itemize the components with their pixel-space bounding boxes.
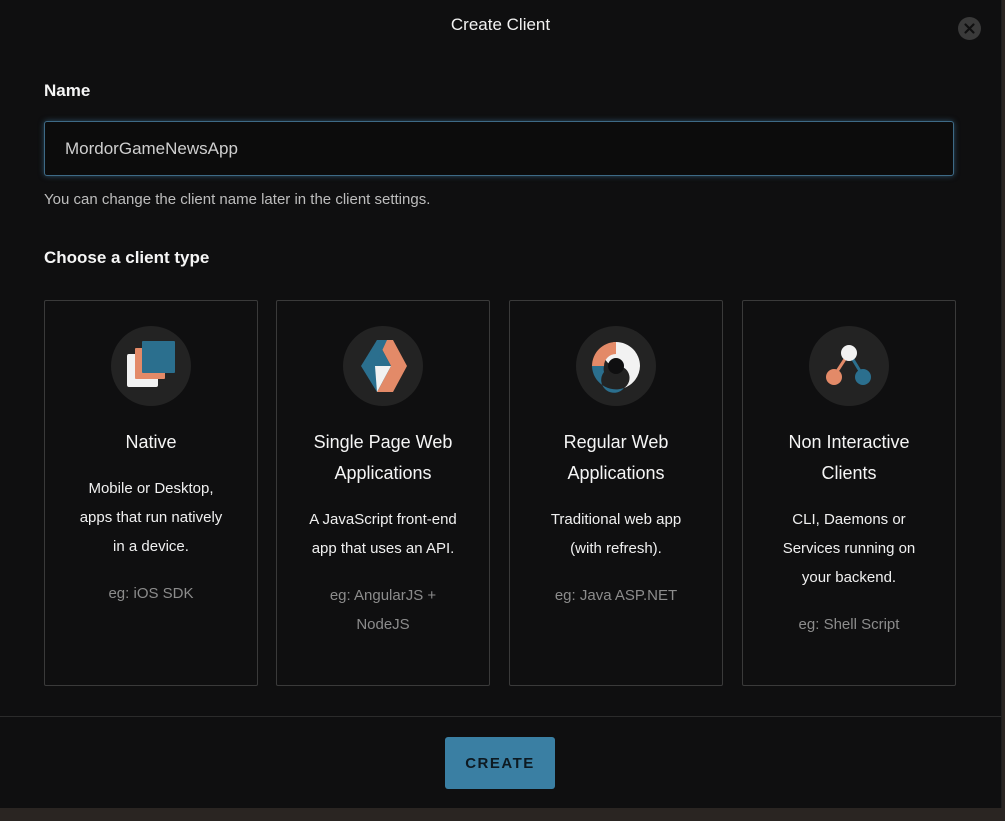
card-title: Regular Web Applications bbox=[563, 432, 669, 483]
card-example: eg: AngularJS + NodeJS bbox=[329, 587, 437, 633]
client-type-card-spa[interactable]: Single Page Web Applications A JavaScrip… bbox=[276, 300, 490, 686]
client-type-label: Choose a client type bbox=[44, 248, 210, 267]
card-description: A JavaScript front-end app that uses an … bbox=[309, 511, 457, 557]
card-description: Traditional web app (with refresh). bbox=[550, 511, 682, 557]
card-description: CLI, Daemons or Services running on your… bbox=[782, 511, 916, 586]
name-label: Name bbox=[44, 81, 91, 100]
modal-title: Create Client bbox=[450, 15, 551, 34]
card-example: eg: Java ASP.NET bbox=[554, 587, 678, 604]
name-hint: You can change the client name later in … bbox=[44, 191, 431, 208]
regular-web-app-icon bbox=[576, 326, 656, 406]
client-type-cards: Native Mobile or Desktop, apps that run … bbox=[44, 300, 956, 686]
backdrop bbox=[0, 808, 1005, 821]
card-description: Mobile or Desktop, apps that run nativel… bbox=[79, 480, 223, 555]
modal-header: Create Client bbox=[0, 0, 1001, 50]
close-icon bbox=[964, 23, 975, 34]
client-type-card-native[interactable]: Native Mobile or Desktop, apps that run … bbox=[44, 300, 258, 686]
close-button[interactable] bbox=[958, 17, 981, 40]
card-title: Non Interactive Clients bbox=[788, 432, 910, 483]
client-name-input[interactable] bbox=[44, 121, 954, 176]
client-type-card-regular-web[interactable]: Regular Web Applications Traditional web… bbox=[509, 300, 723, 686]
create-client-modal: Create Client Name You can change the cl… bbox=[0, 0, 1002, 808]
card-example: eg: iOS SDK bbox=[108, 585, 194, 602]
create-button[interactable]: CREATE bbox=[445, 737, 555, 789]
non-interactive-client-icon bbox=[809, 326, 889, 406]
native-app-icon bbox=[111, 326, 191, 406]
single-page-app-icon bbox=[343, 326, 423, 406]
card-title: Native bbox=[125, 432, 177, 452]
footer-divider bbox=[0, 716, 1001, 717]
client-type-card-non-interactive[interactable]: Non Interactive Clients CLI, Daemons or … bbox=[742, 300, 956, 686]
card-title: Single Page Web Applications bbox=[313, 432, 453, 483]
card-example: eg: Shell Script bbox=[798, 616, 900, 633]
